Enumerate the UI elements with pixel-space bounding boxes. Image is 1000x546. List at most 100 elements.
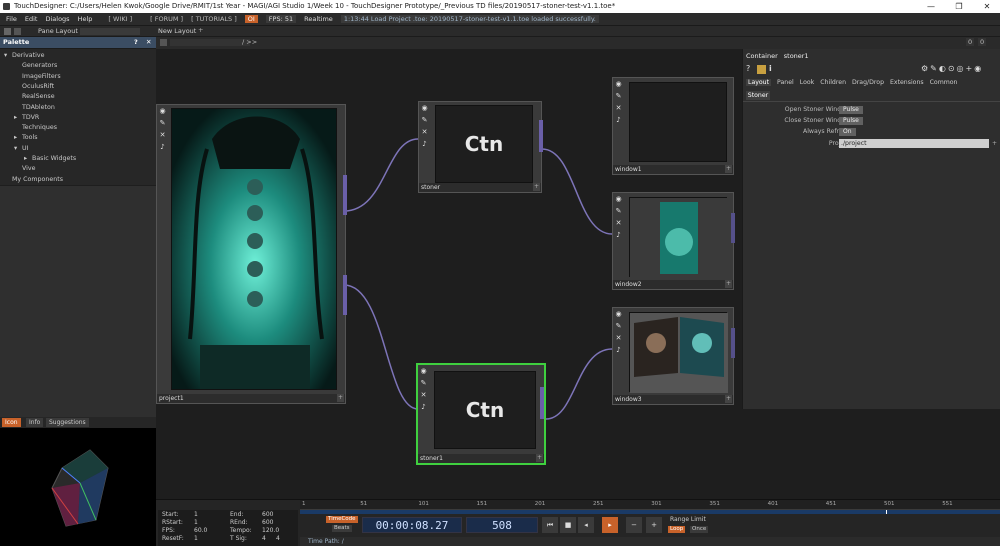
forum-link[interactable]: [ FORUM ]: [150, 15, 183, 23]
expand-arrow-icon[interactable]: ▸: [14, 113, 22, 123]
output-connector-2[interactable]: [343, 275, 347, 315]
loop-button[interactable]: Loop: [668, 526, 686, 533]
viewer-flag-icon[interactable]: ◉: [419, 367, 428, 376]
node-add-button[interactable]: +: [725, 280, 732, 288]
output-connector[interactable]: [539, 120, 543, 152]
window1-node[interactable]: ◉ ✎ ✕ ♪ window1 +: [612, 77, 734, 175]
bypass-icon[interactable]: ✕: [614, 334, 623, 343]
palette-item[interactable]: ▸ TDVR: [14, 113, 39, 123]
tab-suggestions[interactable]: Suggestions: [46, 418, 89, 427]
stoner-node[interactable]: ◉ ✎ ✕ ♪ Ctn stoner +: [418, 101, 543, 193]
palette-item[interactable]: ▾ UI: [14, 144, 28, 154]
viewer-flag-icon[interactable]: ◉: [158, 107, 167, 116]
tutorials-link[interactable]: [ TUTORIALS ]: [191, 15, 237, 23]
frame-display[interactable]: 508: [466, 517, 538, 533]
stoner1-node[interactable]: ◉ ✎ ✕ ♪ Ctn stoner1 +: [416, 363, 546, 465]
timeline-scrub[interactable]: [300, 510, 1000, 514]
node-add-button[interactable]: +: [533, 183, 540, 191]
cook-icon[interactable]: ♪: [614, 116, 623, 125]
pin-icon[interactable]: ✎: [614, 322, 623, 331]
pin-icon[interactable]: ✎: [419, 379, 428, 388]
stop-icon[interactable]: ■: [560, 517, 576, 533]
pin-icon[interactable]: ✎: [420, 116, 429, 125]
info-icon[interactable]: i: [769, 64, 772, 73]
viewer-flag-icon[interactable]: ◉: [614, 310, 623, 319]
timeline-ruler[interactable]: 151101151201251301351401451501551600: [300, 500, 1000, 510]
menu-edit[interactable]: Edit: [25, 15, 38, 23]
fps-value[interactable]: 60.0: [194, 527, 207, 534]
expand-arrow-icon[interactable]: ▸: [14, 133, 22, 143]
step-forward-frame-icon[interactable]: +: [646, 517, 662, 533]
operator-snippets-icon[interactable]: [757, 65, 766, 74]
help-icon[interactable]: ?: [746, 64, 750, 73]
param-tab-extensions[interactable]: Extensions: [890, 79, 924, 86]
viewer-flag-icon[interactable]: ◉: [420, 104, 429, 113]
menu-dialogs[interactable]: Dialogs: [45, 15, 69, 23]
oi-button[interactable]: OI: [244, 15, 258, 23]
node-add-button[interactable]: +: [337, 394, 344, 402]
expand-arrow-icon[interactable]: ▾: [14, 144, 22, 154]
palette-item[interactable]: My Components: [4, 175, 63, 185]
tsig-value-2[interactable]: 4: [276, 535, 280, 542]
pin-icon[interactable]: ✎: [614, 92, 623, 101]
cook-icon[interactable]: ♪: [419, 403, 428, 412]
timecode-display[interactable]: 00:00:08.27: [362, 517, 462, 533]
node-add-button[interactable]: +: [725, 395, 732, 403]
output-connector[interactable]: [343, 175, 347, 215]
palette-item[interactable]: ▸ Basic Widgets: [24, 154, 76, 164]
param-button[interactable]: Pulse: [839, 117, 863, 125]
palette-item[interactable]: OculusRift: [14, 82, 54, 92]
pin-icon[interactable]: ✎: [158, 119, 167, 128]
rewind-icon[interactable]: ⏮: [542, 517, 558, 533]
palette-item[interactable]: Techniques: [14, 123, 57, 133]
start-value[interactable]: 1: [194, 511, 198, 518]
bypass-icon[interactable]: ✕: [614, 219, 623, 228]
close-button[interactable]: ✕: [974, 0, 1000, 13]
palette-item[interactable]: Vive: [14, 164, 36, 174]
new-layout-tab[interactable]: New Layout: [158, 27, 196, 35]
bypass-icon[interactable]: ✕: [158, 131, 167, 140]
node-add-button[interactable]: +: [725, 165, 732, 173]
bypass-icon[interactable]: ✕: [419, 391, 428, 400]
operator-name[interactable]: stoner1: [784, 52, 809, 60]
beats-mode-button[interactable]: Beats: [332, 525, 352, 532]
playhead[interactable]: [886, 510, 887, 514]
param-tab-panel[interactable]: Panel: [777, 79, 794, 86]
param-tab-layout[interactable]: Layout: [746, 79, 772, 86]
menu-help[interactable]: Help: [78, 15, 93, 23]
tempo-value[interactable]: 120.0: [262, 527, 279, 534]
save-icon[interactable]: [4, 28, 11, 35]
project1-node[interactable]: ◉ ✎ ✕ ♪ project1 +: [156, 104, 347, 404]
param-tab-children[interactable]: Children: [820, 79, 846, 86]
network-toolbar-icons[interactable]: [160, 39, 167, 46]
tsig-value[interactable]: 4: [262, 535, 266, 542]
network-path[interactable]: / >>: [242, 38, 257, 46]
param-tab-look[interactable]: Look: [800, 79, 815, 86]
palette-item[interactable]: RealSense: [14, 92, 55, 102]
rstart-value[interactable]: 1: [194, 519, 198, 526]
subtab-stoner[interactable]: Stoner: [746, 91, 770, 100]
cook-icon[interactable]: ♪: [158, 143, 167, 152]
rend-value[interactable]: 600: [262, 519, 273, 526]
tab-info[interactable]: Info: [26, 418, 44, 427]
window3-node[interactable]: ◉ ✎ ✕ ♪ window3 +: [612, 307, 735, 405]
param-button[interactable]: On: [839, 128, 856, 136]
cook-icon[interactable]: ♪: [420, 140, 429, 149]
wiki-link[interactable]: [ WIKI ]: [108, 15, 132, 23]
panel-action-icons[interactable]: ⚙✎◐⊙◎+◉: [921, 64, 983, 73]
project-path-field[interactable]: ./project: [839, 139, 989, 148]
output-connector[interactable]: [731, 328, 735, 358]
window2-node[interactable]: ◉ ✎ ✕ ♪ window2 +: [612, 192, 735, 290]
network-nav-buttons[interactable]: [170, 39, 250, 46]
viewer-flag-icon[interactable]: ◉: [614, 80, 623, 89]
cook-icon[interactable]: ♪: [614, 231, 623, 240]
end-value[interactable]: 600: [262, 511, 273, 518]
resetf-value[interactable]: 1: [194, 535, 198, 542]
tab-icon[interactable]: Icon: [2, 418, 21, 427]
add-layout-icon[interactable]: +: [198, 26, 203, 34]
palette-close-button[interactable]: ✕: [146, 37, 151, 48]
palette-item[interactable]: ImageFilters: [14, 72, 61, 82]
step-back-icon[interactable]: ◂: [578, 517, 594, 533]
output-connector[interactable]: [731, 213, 735, 243]
play-icon[interactable]: ▸: [602, 517, 618, 533]
